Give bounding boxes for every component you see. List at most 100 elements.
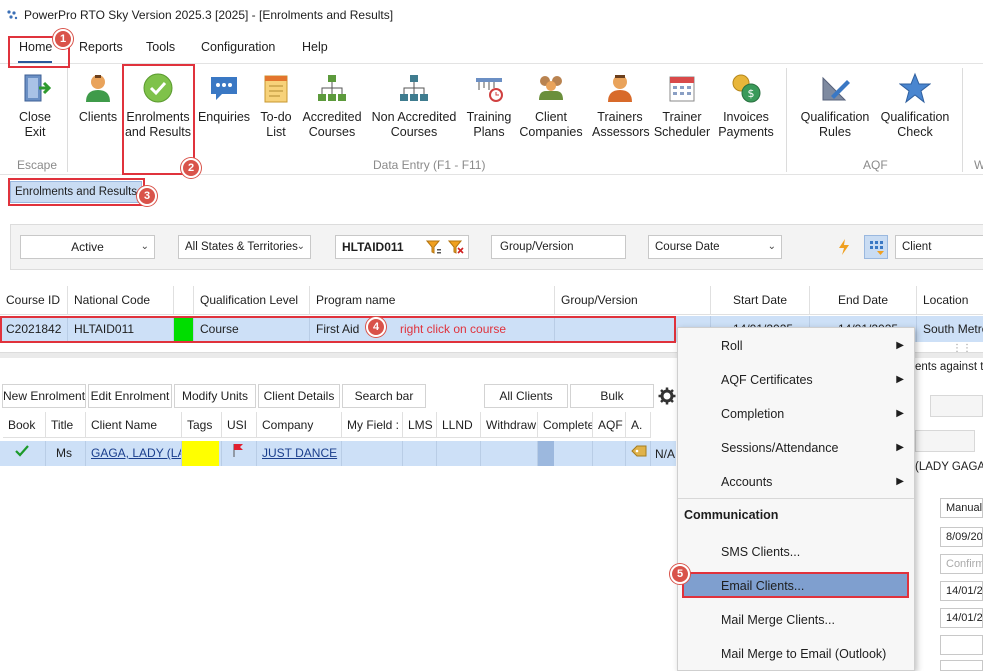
menu-item-aqf-certificates[interactable]: AQF Certificates ▶ <box>678 365 914 395</box>
col-group-version[interactable]: Group/Version <box>555 286 711 315</box>
col-course-id[interactable]: Course ID <box>0 286 68 315</box>
right-panel-value-2[interactable]: 8/09/20 <box>940 527 983 547</box>
page-tab-highlight <box>8 178 145 206</box>
cell-company[interactable]: JUST DANCE <box>257 441 342 466</box>
col-location[interactable]: Location <box>917 286 983 315</box>
right-panel-value-6[interactable] <box>940 635 983 655</box>
menu-item-email-clients[interactable]: Email Clients... <box>678 571 914 601</box>
col-status[interactable] <box>174 286 194 315</box>
sort-dropdown[interactable]: Course Date ⌄ <box>648 235 782 259</box>
todo-list-button[interactable]: To-do List <box>254 72 298 158</box>
menu-item-roll[interactable]: Roll ▶ <box>678 331 914 361</box>
enquiries-button[interactable]: Enquiries <box>196 72 252 158</box>
col-aqf[interactable]: AQF <box>593 412 626 438</box>
menu-item-mail-merge-outlook[interactable]: Mail Merge to Email (Outlook) <box>678 639 914 669</box>
right-panel-value-7[interactable] <box>940 660 983 671</box>
col-withdraw[interactable]: Withdraw <box>481 412 538 438</box>
group-version-filter[interactable]: Group/Version <box>491 235 626 259</box>
right-panel-value-1[interactable]: Manual <box>940 498 983 518</box>
col-title[interactable]: Title <box>46 412 86 438</box>
cell-llnd <box>437 441 481 466</box>
tab-reports[interactable]: Reports <box>79 40 123 58</box>
col-end-date[interactable]: End Date <box>810 286 917 315</box>
menu-item-accounts[interactable]: Accounts ▶ <box>678 467 914 497</box>
col-tags[interactable]: Tags <box>182 412 222 438</box>
menu-item-completion[interactable]: Completion ▶ <box>678 399 914 429</box>
client-name-link[interactable]: GAGA, LADY (LADY GAGA) <box>91 446 181 460</box>
client-companies-button[interactable]: Client Companies <box>518 72 584 158</box>
step-badge-5: 5 <box>670 564 690 584</box>
col-usi[interactable]: USI <box>222 412 257 438</box>
coins-icon: $ <box>732 74 761 103</box>
right-panel-hint: ents against th <box>915 361 983 373</box>
submenu-arrow-icon: ▶ <box>896 476 904 487</box>
app-logo-icon <box>7 10 18 20</box>
qualification-rules-button[interactable]: Qualification Rules <box>798 72 872 158</box>
search-bar-button[interactable]: Search bar <box>342 384 426 408</box>
qualification-check-button[interactable]: Qualification Check <box>878 72 952 158</box>
ribbon-divider <box>786 68 787 172</box>
submenu-arrow-icon: ▶ <box>896 442 904 453</box>
col-program-name[interactable]: Program name <box>310 286 555 315</box>
cell-title: Ms <box>46 441 86 466</box>
new-enrolment-button[interactable]: New Enrolment <box>2 384 86 408</box>
close-exit-button[interactable]: Close Exit <box>8 72 62 158</box>
non-accredited-courses-button[interactable]: Non Accredited Courses <box>370 72 458 158</box>
course-code-filter[interactable]: HLTAID011 <box>335 235 469 259</box>
tab-tools[interactable]: Tools <box>146 40 175 58</box>
col-lms[interactable]: LMS <box>403 412 437 438</box>
tag-icon <box>631 445 647 457</box>
status-dropdown[interactable]: Active ⌄ <box>20 235 155 259</box>
filter-funnel-icon[interactable] <box>426 240 442 254</box>
clear-filter-icon[interactable] <box>448 240 464 254</box>
search-field-dropdown[interactable]: Client <box>895 235 983 259</box>
col-book[interactable]: Book <box>3 412 46 438</box>
menu-item-sms-clients[interactable]: SMS Clients... <box>678 537 914 567</box>
accredited-courses-button[interactable]: Accredited Courses <box>300 72 364 158</box>
trainer-icon <box>608 75 632 102</box>
modify-units-button[interactable]: Modify Units <box>174 384 256 408</box>
cell-a <box>626 441 651 466</box>
menu-item-sessions-attendance[interactable]: Sessions/Attendance ▶ <box>678 433 914 463</box>
person-icon <box>86 75 110 102</box>
step-badge-1: 1 <box>53 29 73 49</box>
grid-view-toggle[interactable] <box>864 235 888 259</box>
menu-item-mail-merge-clients[interactable]: Mail Merge Clients... <box>678 605 914 635</box>
client-details-button[interactable]: Client Details <box>258 384 340 408</box>
all-clients-button[interactable]: All Clients <box>484 384 568 408</box>
right-panel-value-3[interactable]: Confirm <box>940 554 983 574</box>
trainer-scheduler-button[interactable]: Trainer Scheduler <box>652 72 712 158</box>
group-icon <box>539 76 563 100</box>
right-panel-bar <box>930 395 983 417</box>
col-llnd[interactable]: LLND <box>437 412 481 438</box>
right-panel-value-5[interactable]: 14/01/2 <box>940 608 983 628</box>
col-qualification-level[interactable]: Qualification Level <box>194 286 310 315</box>
course-row-highlight <box>0 316 676 343</box>
star-icon <box>899 72 931 104</box>
col-client-name[interactable]: Client Name <box>86 412 182 438</box>
col-my-field[interactable]: My Field : <box>342 412 403 438</box>
clients-button[interactable]: Clients <box>74 72 122 158</box>
right-panel-value-4[interactable]: 14/01/2 <box>940 581 983 601</box>
state-dropdown[interactable]: All States & Territories ⌄ <box>178 235 311 259</box>
tab-help[interactable]: Help <box>302 40 328 58</box>
gear-icon[interactable] <box>658 387 676 405</box>
annotation-note: right click on course <box>400 322 507 336</box>
chevron-down-icon: ⌄ <box>140 241 149 252</box>
col-complete[interactable]: Complete <box>538 412 593 438</box>
training-plans-button[interactable]: Training Plans <box>462 72 516 158</box>
cell-client-name[interactable]: GAGA, LADY (LADY GAGA) <box>86 441 182 466</box>
right-panel-client: (LADY GAGA) <box>915 461 983 473</box>
lightning-icon[interactable] <box>837 239 851 255</box>
col-a[interactable]: A. <box>626 412 651 438</box>
company-link[interactable]: JUST DANCE <box>262 446 337 460</box>
submenu-arrow-icon: ▶ <box>896 340 904 351</box>
invoices-payments-button[interactable]: $ Invoices Payments <box>716 72 776 158</box>
tab-configuration[interactable]: Configuration <box>201 40 275 58</box>
col-national-code[interactable]: National Code <box>68 286 174 315</box>
trainers-assessors-button[interactable]: Trainers Assessors <box>592 72 650 158</box>
bulk-button[interactable]: Bulk <box>570 384 654 408</box>
col-company[interactable]: Company <box>257 412 342 438</box>
col-start-date[interactable]: Start Date <box>711 286 810 315</box>
edit-enrolment-button[interactable]: Edit Enrolment <box>88 384 172 408</box>
